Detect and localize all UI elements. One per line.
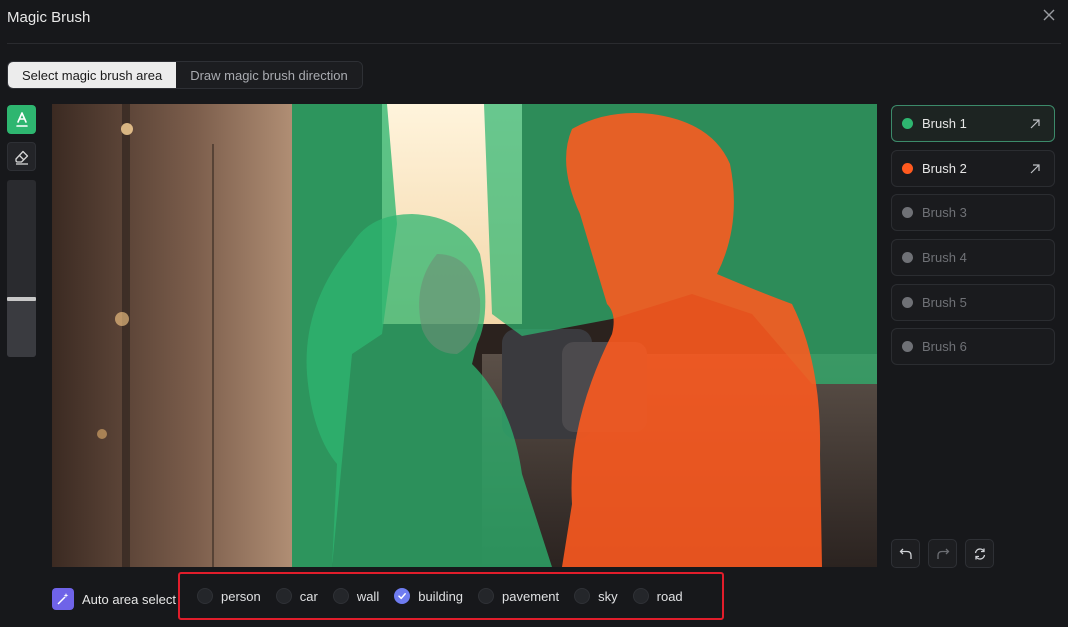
brush-size-fill xyxy=(7,299,36,357)
arrow-up-right-icon[interactable] xyxy=(1028,162,1042,176)
undo-icon xyxy=(899,548,912,559)
category-label: car xyxy=(299,588,318,604)
brush-color-dot xyxy=(902,341,913,353)
checkbox[interactable] xyxy=(632,588,649,604)
brush-label: Brush 2 xyxy=(922,160,967,176)
category-person[interactable]: person xyxy=(197,588,261,604)
category-label: pavement xyxy=(502,588,560,604)
brush-label: Brush 5 xyxy=(922,294,967,310)
checkbox[interactable] xyxy=(332,588,349,604)
arrow-up-right-icon[interactable] xyxy=(1028,117,1042,131)
scene-image xyxy=(52,104,877,567)
tab-select-area[interactable]: Select magic brush area xyxy=(8,62,177,88)
brush-color-dot xyxy=(902,207,913,219)
redo-icon xyxy=(936,548,949,559)
close-icon[interactable] xyxy=(1040,6,1058,24)
checkbox[interactable] xyxy=(394,588,411,604)
category-label: road xyxy=(656,588,683,604)
brush-item-5[interactable]: Brush 5 xyxy=(891,283,1055,321)
checkbox[interactable] xyxy=(275,588,292,604)
brush-item-6[interactable]: Brush 6 xyxy=(891,328,1055,366)
brush-size-thumb[interactable] xyxy=(7,297,36,301)
brush-size-slider[interactable] xyxy=(7,180,36,357)
brush-item-4[interactable]: Brush 4 xyxy=(891,239,1055,277)
brush-label: Brush 4 xyxy=(922,250,967,266)
checkbox[interactable] xyxy=(574,588,591,604)
brush-list: Brush 1 Brush 2 Brush 3 Brush 4 Brush 5 … xyxy=(891,105,1055,373)
category-selector: person car wall building pavement sky ro… xyxy=(178,572,724,620)
magic-wand-icon xyxy=(52,588,74,610)
checkbox[interactable] xyxy=(478,588,495,604)
brush-label: Brush 3 xyxy=(922,205,967,221)
dialog-title: Magic Brush xyxy=(7,9,91,26)
category-building[interactable]: building xyxy=(394,588,463,604)
reset-icon xyxy=(974,547,985,560)
brush-item-2[interactable]: Brush 2 xyxy=(891,149,1055,187)
category-road[interactable]: road xyxy=(632,588,683,604)
redo-button[interactable] xyxy=(928,539,957,568)
brush-color-dot xyxy=(902,118,913,129)
auto-area-select-label: Auto area select xyxy=(82,591,176,607)
brush-color-dot xyxy=(902,252,913,264)
category-wall[interactable]: wall xyxy=(332,588,380,604)
brush-item-3[interactable]: Brush 3 xyxy=(891,194,1055,232)
eraser-icon xyxy=(14,150,28,165)
eraser-tool-button[interactable] xyxy=(7,142,36,171)
brush-tool-icon xyxy=(15,111,28,127)
brush-color-dot xyxy=(902,296,913,308)
category-label: sky xyxy=(598,588,618,604)
title-divider xyxy=(7,43,1061,44)
reset-button[interactable] xyxy=(965,539,994,568)
brush-label: Brush 1 xyxy=(922,116,967,131)
category-car[interactable]: car xyxy=(275,588,318,604)
category-label: wall xyxy=(356,588,380,604)
category-label: person xyxy=(221,588,261,604)
undo-button[interactable] xyxy=(891,539,920,568)
brush-color-dot xyxy=(902,162,913,174)
mode-tabs: Select magic brush area Draw magic brush… xyxy=(7,61,363,89)
category-pavement[interactable]: pavement xyxy=(478,588,559,604)
brush-label: Brush 6 xyxy=(922,339,967,355)
tab-draw-direction[interactable]: Draw magic brush direction xyxy=(176,62,362,88)
brush-item-1[interactable]: Brush 1 xyxy=(891,105,1055,142)
auto-area-select-toggle[interactable]: Auto area select xyxy=(52,588,176,610)
checkbox[interactable] xyxy=(197,588,213,604)
brush-tool-button[interactable] xyxy=(7,105,36,134)
category-label: building xyxy=(418,588,464,604)
category-sky[interactable]: sky xyxy=(574,588,618,604)
image-canvas[interactable] xyxy=(52,104,877,567)
